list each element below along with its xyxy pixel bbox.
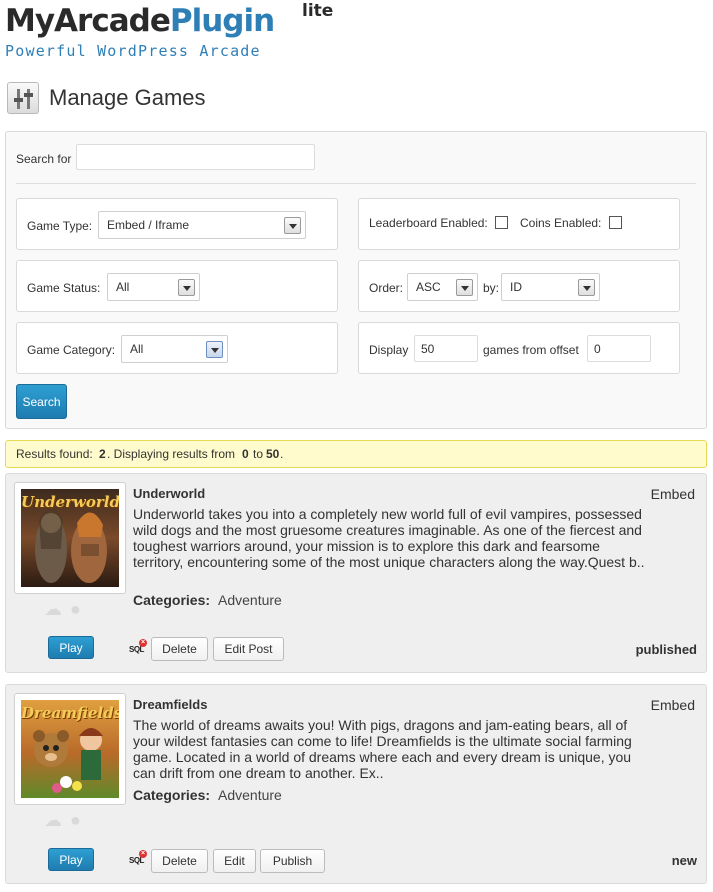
results-count: 2 (99, 447, 106, 461)
thumbs-icon[interactable]: ☁ (44, 600, 62, 618)
game-category-box: Game Category: All (16, 322, 338, 374)
results-suffix: . (280, 447, 284, 461)
game-status-select[interactable]: All (107, 273, 200, 301)
game-status-label: Game Status: (27, 281, 101, 295)
results-middle: . Displaying results from (107, 447, 236, 461)
order-select[interactable]: ASC (407, 273, 478, 301)
rating-icons: ☁ ● (44, 600, 94, 620)
order-by-select[interactable]: ID (501, 273, 600, 301)
game-type: Embed (650, 697, 695, 713)
game-type-value: Embed / Iframe (107, 218, 190, 232)
game-row: Dreamfields ☁ ● Play Dreamfields Embed T… (5, 684, 707, 884)
edit-post-button[interactable]: Edit Post (213, 637, 284, 661)
game-category-select[interactable]: All (121, 335, 228, 363)
thumbs-icon[interactable]: ☁ (44, 811, 62, 829)
display-box: Display games from offset (358, 322, 680, 374)
categories-label: Categories: (133, 592, 211, 608)
game-category-value: All (130, 342, 144, 356)
order-box: Order: ASC by: ID (358, 260, 680, 312)
thumbnail-title: Dreamfields (21, 704, 119, 722)
publish-button[interactable]: Publish (260, 849, 325, 873)
chevron-down-icon (178, 279, 195, 296)
fire-icon[interactable]: ● (70, 600, 81, 618)
options-box: Leaderboard Enabled: Coins Enabled: (358, 198, 680, 250)
fire-icon[interactable]: ● (70, 811, 81, 829)
divider (16, 183, 696, 184)
order-by-value: ID (510, 280, 522, 294)
game-thumbnail[interactable]: Dreamfields (14, 693, 126, 805)
game-type-label: Game Type: (27, 219, 93, 233)
game-thumbnail-image: Dreamfields (21, 700, 119, 798)
delete-button[interactable]: Delete (151, 637, 208, 661)
categories-value: Adventure (218, 787, 282, 803)
search-label: Search for (16, 152, 72, 166)
game-status-box: Game Status: All (16, 260, 338, 312)
categories-label: Categories: (133, 787, 211, 803)
sql-delete-icon[interactable]: SQL × (129, 850, 147, 867)
by-label: by: (483, 281, 500, 295)
game-category-label: Game Category: (27, 343, 116, 357)
game-status: published (635, 642, 697, 657)
results-from: 0 (242, 447, 249, 461)
game-status: new (671, 853, 697, 868)
thumbnail-title: Underworld (21, 493, 119, 511)
chevron-down-icon (284, 217, 301, 234)
game-type: Embed (650, 486, 695, 502)
delete-button[interactable]: Delete (151, 849, 208, 873)
coins-label: Coins Enabled: (520, 216, 602, 230)
logo-lite: lite (302, 1, 334, 21)
game-title: Underworld (133, 486, 206, 501)
filter-panel: Search for Game Type: Embed / Iframe Lea… (5, 131, 707, 429)
display-label: Display (369, 343, 409, 357)
sql-delete-icon[interactable]: SQL × (129, 639, 147, 656)
rating-icons: ☁ ● (44, 811, 94, 831)
categories-value: Adventure (218, 592, 282, 608)
game-description: Underworld takes you into a completely n… (133, 506, 645, 570)
game-title: Dreamfields (133, 697, 208, 712)
display-count-input[interactable] (414, 335, 478, 362)
game-description: The world of dreams awaits you! With pig… (133, 717, 632, 781)
results-to-word: to (253, 447, 264, 461)
results-notice: Results found: 2 . Displaying results fr… (5, 440, 707, 468)
offset-input[interactable] (587, 335, 651, 362)
play-button[interactable]: Play (48, 848, 94, 871)
search-input[interactable] (76, 144, 315, 170)
game-row: Underworld ☁ ● Play Underworld Embed Und… (5, 473, 707, 673)
order-label: Order: (369, 281, 404, 295)
offset-label: games from offset (483, 343, 579, 357)
logo-tagline: Powerful WordPress Arcade (5, 42, 261, 60)
logo-wordmark: MyArcadePlugin (5, 2, 275, 40)
coins-checkbox[interactable] (609, 216, 622, 229)
order-value: ASC (416, 280, 441, 294)
game-type-box: Game Type: Embed / Iframe (16, 198, 338, 250)
leaderboard-checkbox[interactable] (495, 216, 508, 229)
chevron-down-icon (456, 279, 473, 296)
chevron-down-icon (206, 341, 223, 358)
edit-button[interactable]: Edit (213, 849, 256, 873)
search-button[interactable]: Search (16, 384, 67, 419)
game-thumbnail[interactable]: Underworld (14, 482, 126, 594)
game-type-select[interactable]: Embed / Iframe (98, 211, 306, 239)
results-prefix: Results found: (16, 447, 93, 461)
logo-word-1: MyArcade (5, 3, 171, 39)
chevron-down-icon (578, 279, 595, 296)
game-status-value: All (116, 280, 130, 294)
page-title: Manage Games (49, 85, 206, 110)
leaderboard-label: Leaderboard Enabled: (369, 216, 488, 230)
play-button[interactable]: Play (48, 636, 94, 659)
logo-word-2: Plugin (169, 3, 275, 39)
game-thumbnail-image: Underworld (21, 489, 119, 587)
sliders-icon (7, 82, 39, 114)
logo: MyArcadePlugin lite Powerful WordPress A… (5, 1, 345, 64)
results-to: 50 (266, 447, 280, 461)
